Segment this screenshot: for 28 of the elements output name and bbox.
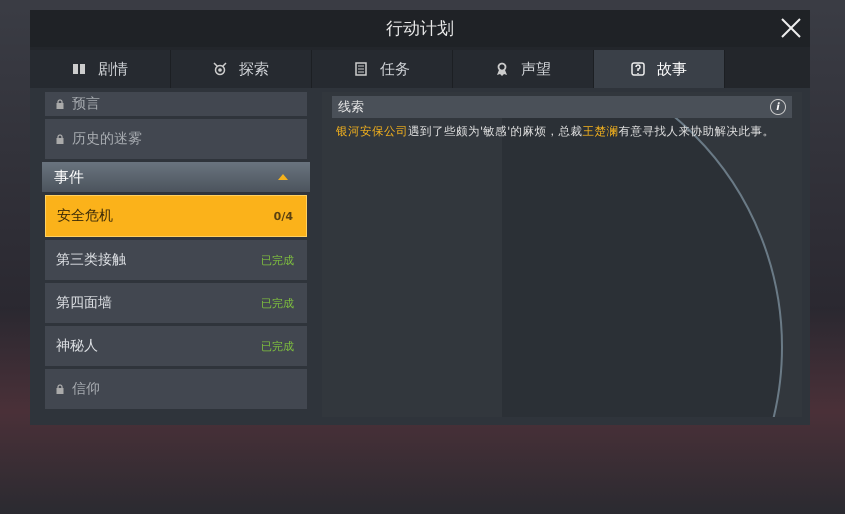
- event-item[interactable]: 神秘人 已完成: [45, 326, 307, 366]
- tab[interactable]: 剧情: [30, 50, 171, 88]
- tab-icon: [631, 62, 645, 76]
- locked-story-item[interactable]: 历史的迷雾: [45, 119, 307, 159]
- event-item[interactable]: 信仰: [45, 369, 307, 409]
- status-label: 已完成: [261, 338, 294, 354]
- window-title: 行动计划: [386, 18, 454, 40]
- section-title: 线索: [338, 99, 364, 116]
- tab-icon: [213, 62, 227, 76]
- status-label: 已完成: [261, 252, 294, 268]
- close-icon[interactable]: [780, 17, 802, 39]
- clue-description: 银河安保公司 遇到了些颇为'敏感'的麻烦，总裁王楚澜有意寻找人来协助解决此事。: [336, 124, 776, 139]
- lock-icon: [56, 384, 64, 394]
- tab[interactable]: 任务: [312, 50, 453, 88]
- tab[interactable]: 探索: [171, 50, 312, 88]
- event-item[interactable]: 安全危机 0/4: [45, 195, 307, 237]
- status-label: 0/4: [274, 210, 293, 222]
- event-item[interactable]: 第四面墙 已完成: [45, 283, 307, 323]
- tab-icon: [72, 62, 86, 76]
- category-header[interactable]: 事件: [42, 162, 310, 192]
- tab[interactable]: 声望: [453, 50, 594, 88]
- locked-story-item[interactable]: 预言: [45, 92, 307, 116]
- info-icon[interactable]: i: [770, 99, 786, 115]
- status-label: 已完成: [261, 296, 294, 310]
- tab-icon: [354, 62, 368, 76]
- event-item[interactable]: 第三类接触 已完成: [45, 240, 307, 280]
- tab-icon: [495, 62, 509, 76]
- tab[interactable]: 故事: [594, 50, 725, 88]
